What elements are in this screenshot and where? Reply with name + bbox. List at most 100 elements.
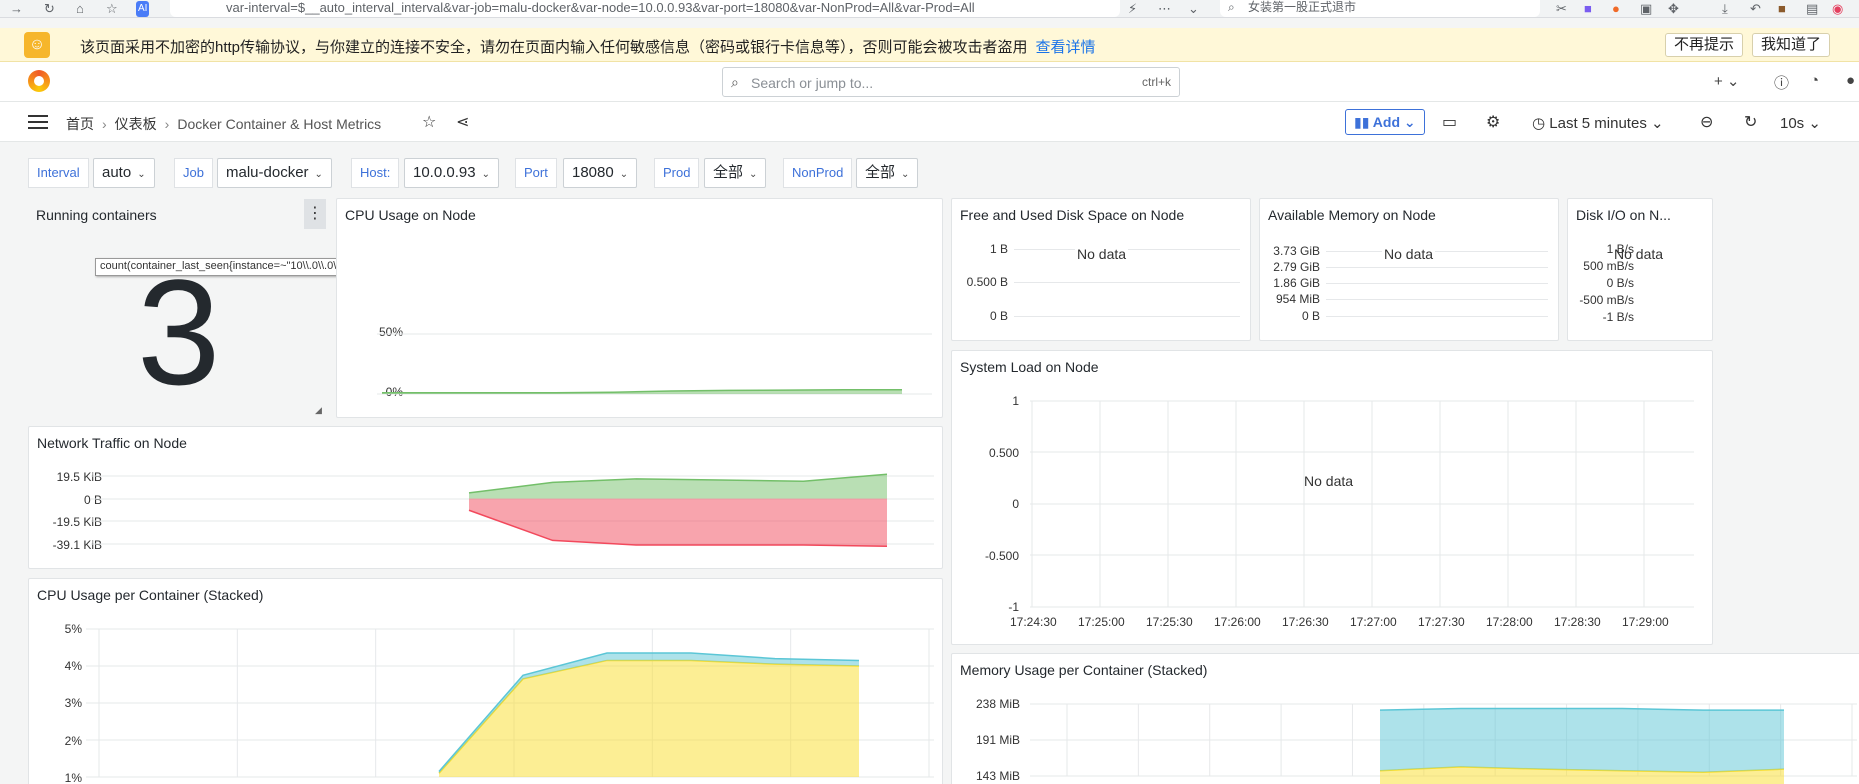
reload-icon[interactable]: ↻ (44, 1, 55, 17)
puzzle-icon[interactable]: ✥ (1668, 1, 1679, 17)
zoom-out-icon[interactable]: ⊖ (1700, 112, 1713, 132)
network-traffic-chart (91, 473, 934, 547)
variable-value: 10.0.0.93 (413, 164, 476, 181)
variable-value: auto (102, 164, 132, 181)
x-tick-label: 17:26:30 (1282, 615, 1329, 629)
variable-value: 18080 (572, 164, 614, 181)
profile-icon[interactable]: ◉ (1832, 1, 1843, 17)
variable-select-job[interactable]: malu-docker ⌄ (217, 158, 332, 188)
settings-gear-icon[interactable]: ⚙ (1486, 112, 1500, 132)
variable-label-job: Job (174, 158, 213, 188)
home-icon[interactable]: ⌂ (76, 1, 84, 17)
dashboard-header: 首页 › 仪表板 › Docker Container & Host Metrics ☆… (0, 102, 1859, 142)
y-tick-label: 0 B/s (1606, 276, 1634, 290)
briefcase-icon[interactable]: ■ (1778, 1, 1786, 17)
variable-select-interval[interactable]: auto ⌄ (93, 158, 155, 188)
panel-cpu-per-container[interactable]: CPU Usage per Container (Stacked) 5% 4% … (28, 578, 943, 784)
game-icon[interactable]: ● (1612, 1, 1620, 17)
breadcrumb-home[interactable]: 首页 (66, 116, 94, 132)
time-range-label: Last 5 minutes (1549, 115, 1647, 132)
keyboard-shortcut: ctrl+k (1141, 75, 1171, 89)
panel-available-memory[interactable]: Available Memory on Node 3.73 GiB 2.79 G… (1259, 198, 1559, 341)
search-input[interactable]: ⌕ Search or jump to... ctrl+k (722, 67, 1180, 97)
details-link[interactable]: 查看详情 (1036, 39, 1096, 56)
refresh-icon[interactable]: ↻ (1744, 112, 1757, 132)
variable-select-nonprod[interactable]: 全部 ⌄ (856, 158, 919, 188)
x-tick-label: 17:27:30 (1418, 615, 1465, 629)
variable-label-interval: Interval (28, 158, 89, 188)
variable-label-port: Port (515, 158, 557, 188)
time-range-picker[interactable]: ◷ Last 5 minutes ⌄ (1532, 114, 1664, 132)
mem-container-b-fill (1380, 708, 1784, 773)
add-button-label: Add (1372, 114, 1400, 130)
plus-icon[interactable]: + ⌄ (1714, 72, 1740, 90)
no-data-label: No data (1614, 246, 1664, 262)
chevron-down-icon: ⌄ (619, 169, 629, 180)
warning-text: 该页面采用不加密的http传输协议，与你建立的连接不安全，请勿在页面内输入任何敏… (80, 39, 1028, 56)
chevron-down-icon: ⌄ (481, 169, 490, 180)
download-icon[interactable]: ⤓ (1722, 1, 1728, 17)
panel-title: Available Memory on Node (1268, 207, 1436, 223)
panel-running-containers[interactable]: Running containers ⋮ 3 ◢ (28, 198, 332, 418)
variable-select-port[interactable]: 18080 ⌄ (563, 158, 638, 188)
y-tick-label: -500 mB/s (1579, 293, 1634, 307)
menu-icon[interactable] (28, 115, 48, 129)
url-text: var-interval=$__auto_interval_interval&v… (226, 0, 975, 15)
user-avatar-icon[interactable]: ● (1846, 72, 1855, 89)
address-bar[interactable]: var-interval=$__auto_interval_interval&v… (170, 0, 1120, 17)
panel-system-load[interactable]: System Load on Node 1 0.500 0 -0.500 -1 … (951, 350, 1713, 645)
extension-box-icon[interactable]: ▣ (1640, 1, 1652, 17)
variable-value: 全部 (865, 164, 896, 181)
variable-label-prod: Prod (654, 158, 700, 188)
variable-value: 全部 (713, 164, 744, 181)
breadcrumb-dashboards[interactable]: 仪表板 (115, 116, 157, 132)
x-tick-label: 17:24:30 (1010, 615, 1057, 629)
y-tick-label: 3.73 GiB (1273, 244, 1320, 258)
panel-title: Disk I/O on N... (1576, 207, 1671, 223)
panel-network-traffic[interactable]: Network Traffic on Node 19.5 KiB 0 B -19… (28, 426, 943, 569)
panel-disk-io[interactable]: Disk I/O on N... 1 B/s 500 mB/s 0 B/s -5… (1567, 198, 1713, 341)
refresh-interval-picker[interactable]: 10s ⌄ (1780, 114, 1821, 132)
ai-extension-icon[interactable]: AI (136, 1, 150, 17)
share-icon[interactable]: ⋖ (456, 112, 469, 132)
no-data-label: No data (1382, 246, 1436, 262)
news-rss-icon[interactable]: ◔ (1810, 72, 1819, 89)
help-icon[interactable]: ⓘ (1774, 72, 1789, 93)
search-icon: ⌕ (731, 74, 739, 90)
x-tick-label: 17:29:00 (1622, 615, 1669, 629)
got-it-button[interactable]: 我知道了 (1752, 33, 1831, 57)
grafana-logo-icon[interactable] (28, 70, 50, 92)
x-tick-label: 17:25:30 (1146, 615, 1193, 629)
chevron-down-icon[interactable]: ⌄ (1188, 1, 1199, 17)
scissors-icon[interactable]: ✂ (1556, 1, 1567, 17)
network-receive-fill (469, 474, 887, 499)
browser-search-box[interactable]: ⌕ 女装第一股正式退市 (1220, 0, 1540, 17)
resize-handle-icon[interactable]: ◢ (315, 405, 322, 416)
chevron-right-icon: › (102, 116, 107, 132)
no-prompt-button[interactable]: 不再提示 (1665, 33, 1744, 57)
collections-icon[interactable]: ▤ (1806, 1, 1818, 17)
chevron-down-icon: ⌄ (901, 169, 910, 180)
more-icon[interactable]: ⋯ (1158, 1, 1171, 17)
system-load-grid (1030, 400, 1694, 608)
memory-per-container-chart (1030, 703, 1857, 784)
no-data-label: No data (1075, 246, 1129, 262)
forward-icon[interactable]: → (10, 1, 23, 17)
no-data-label: No data (1304, 473, 1354, 489)
panel-memory-per-container[interactable]: Memory Usage per Container (Stacked) 238… (951, 653, 1859, 784)
y-tick-label: -1 B/s (1602, 310, 1634, 324)
bookmark-star-icon[interactable]: ☆ (106, 1, 118, 17)
variable-select-prod[interactable]: 全部 ⌄ (704, 158, 767, 188)
undo-icon[interactable]: ↶ (1750, 1, 1761, 17)
warning-icon: ☺ (24, 32, 50, 58)
add-button[interactable]: ▮▮ Add ⌄ (1345, 109, 1425, 135)
panel-disk-space[interactable]: Free and Used Disk Space on Node 1 B 0.5… (951, 198, 1251, 341)
variable-select-host[interactable]: 10.0.0.93 ⌄ (404, 158, 499, 188)
panel-menu-icon[interactable]: ⋮ (304, 199, 326, 229)
save-icon[interactable]: ▭ (1442, 112, 1457, 132)
translate-icon[interactable]: ■ (1584, 1, 1592, 17)
lightning-icon[interactable]: ⚡ (1128, 1, 1137, 17)
panel-cpu-usage-node[interactable]: CPU Usage on Node 50% 0% (336, 198, 943, 418)
star-icon[interactable]: ☆ (422, 112, 436, 132)
warning-message: 该页面采用不加密的http传输协议，与你建立的连接不安全，请勿在页面内输入任何敏… (80, 36, 1096, 57)
